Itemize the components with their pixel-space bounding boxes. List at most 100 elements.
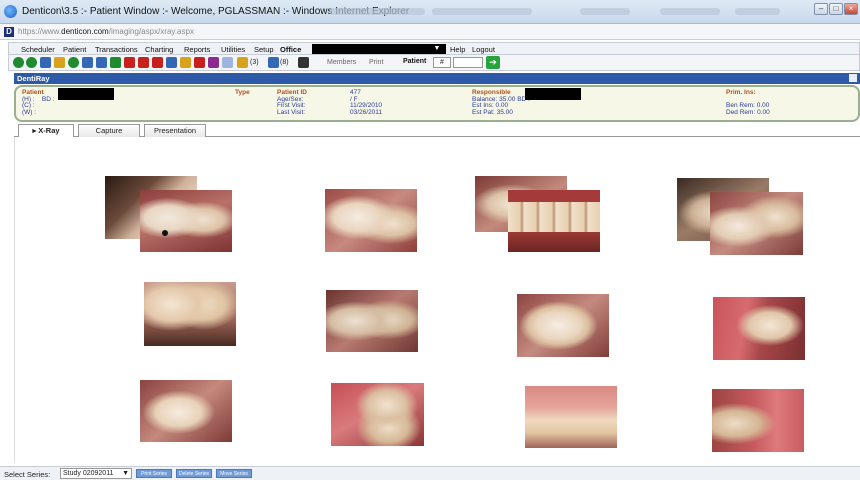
office-select-redacted[interactable] <box>312 44 446 54</box>
intraoral-photo-2[interactable] <box>325 189 417 252</box>
patient-search-input[interactable] <box>453 57 483 68</box>
save-icon[interactable] <box>96 57 107 68</box>
last-visit-label: Last Visit: <box>277 108 306 116</box>
select-series-label: Select Series: <box>4 470 51 479</box>
close-button[interactable]: × <box>844 3 858 15</box>
url-text[interactable]: https://www.denticon.com/imaging/aspx/xr… <box>18 27 194 36</box>
responsible-name-redacted <box>525 88 581 100</box>
menu-patient[interactable]: Patient <box>63 45 86 54</box>
go-button[interactable]: ➔ <box>486 56 500 69</box>
responsible-column: Responsible Balance: 35.00 BD : Est Ins:… <box>472 89 530 116</box>
tab-xray[interactable]: ▸ X-Ray <box>18 124 74 137</box>
rx-icon[interactable] <box>124 57 135 68</box>
alert-count: (3) <box>250 59 259 66</box>
perio-icon[interactable] <box>138 57 149 68</box>
image-gallery <box>14 137 860 463</box>
back-icon[interactable] <box>13 57 24 68</box>
menu-office: Office <box>280 45 302 54</box>
maximize-button[interactable]: □ <box>829 3 843 15</box>
printer-icon[interactable] <box>849 74 857 82</box>
menu-help[interactable]: Help <box>450 45 465 54</box>
tab-capture[interactable]: Capture <box>78 124 140 137</box>
blurred-tab <box>330 8 425 15</box>
menu-transactions[interactable]: Transactions <box>95 45 138 54</box>
patient-labels-column: Patient ID Age/Sex: First Visit: Last Vi… <box>277 89 307 116</box>
recall-icon[interactable] <box>194 57 205 68</box>
minimize-button[interactable]: – <box>814 3 828 15</box>
menu-logout[interactable]: Logout <box>472 45 495 54</box>
chart-icon[interactable] <box>68 57 79 68</box>
cavity-spot <box>162 230 168 236</box>
est-pat-value: 35.00 <box>496 108 513 116</box>
type-label: Type <box>235 89 250 96</box>
browser-icon <box>4 5 17 18</box>
intraoral-photo-12[interactable] <box>712 389 804 452</box>
blurred-tab <box>735 8 780 15</box>
move-series-button[interactable]: Move Series <box>216 469 252 478</box>
patient-icon[interactable] <box>54 57 65 68</box>
intraoral-photo-6[interactable] <box>326 290 418 352</box>
calendar-icon[interactable] <box>40 57 51 68</box>
menu-setup[interactable]: Setup <box>254 45 274 54</box>
members-link[interactable]: Members <box>327 59 356 66</box>
image-icon[interactable] <box>166 57 177 68</box>
series-status-bar: Select Series: Study 02092011 ▼ Print Se… <box>0 466 860 480</box>
intraoral-photo-1[interactable] <box>140 190 232 252</box>
intraoral-photo-8[interactable] <box>713 297 805 360</box>
tab-presentation[interactable]: Presentation <box>144 124 206 137</box>
alert-icon[interactable] <box>237 57 248 68</box>
series-select[interactable]: Study 02092011 ▼ <box>60 468 132 479</box>
menu-scheduler[interactable]: Scheduler <box>21 45 55 54</box>
birthdate-label: BD : <box>41 95 55 103</box>
est-pat-label: Est Pat: <box>472 108 495 116</box>
report-icon[interactable] <box>110 57 121 68</box>
document-icon[interactable] <box>82 57 93 68</box>
mail-icon[interactable] <box>222 57 233 68</box>
series-select-value: Study 02092011 <box>63 470 114 477</box>
patient-values-column: 477 / F 11/29/2010 03/26/2011 <box>350 89 383 116</box>
menu-charting[interactable]: Charting <box>145 45 173 54</box>
forward-icon[interactable] <box>26 57 37 68</box>
site-favicon: D <box>4 27 14 37</box>
messages-count: (8) <box>280 59 289 66</box>
imaging-tabs: ▸ X-Ray Capture Presentation <box>14 123 860 137</box>
delete-series-button[interactable]: Delete Series <box>176 469 212 478</box>
patient-search-type-select[interactable]: # <box>433 57 451 68</box>
blurred-tab <box>660 8 720 15</box>
blurred-tab <box>432 8 532 15</box>
messages-icon[interactable] <box>268 57 279 68</box>
intraoral-photo-9[interactable] <box>140 380 232 442</box>
intraoral-photo-5[interactable] <box>144 282 236 346</box>
last-visit-value: 03/26/2011 <box>350 108 383 116</box>
patient-search-label: Patient <box>403 58 427 65</box>
blurred-tab <box>580 8 630 15</box>
menu-reports[interactable]: Reports <box>184 45 210 54</box>
ded-rem-label: Ded Rem: <box>726 108 756 116</box>
menu-utilities[interactable]: Utilities <box>221 45 245 54</box>
patient-contact-column: Patient (H) : BD : (C) : (W) : <box>22 89 55 116</box>
intraoral-photo-10[interactable] <box>331 383 424 446</box>
patient-info-panel: Patient (H) : BD : (C) : (W) : Type Pati… <box>14 85 860 122</box>
ded-rem-value: 0.00 <box>757 108 770 116</box>
intraoral-photo-11[interactable] <box>525 386 617 448</box>
intraoral-photo-3[interactable] <box>508 190 600 252</box>
app-menu-bar: Scheduler Patient Transactions Charting … <box>8 42 860 55</box>
print-link[interactable]: Print <box>369 59 383 66</box>
toolbar: (3) (8) Members Print Patient # ➔ <box>8 55 860 71</box>
treatment-icon[interactable] <box>152 57 163 68</box>
window-title-bar: Denticon\3.5 :- Patient Window :- Welcom… <box>0 0 860 24</box>
ledger-icon[interactable] <box>180 57 191 68</box>
patient-name-redacted <box>58 88 114 100</box>
address-bar[interactable]: D https://www.denticon.com/imaging/aspx/… <box>0 24 860 40</box>
claims-icon[interactable] <box>208 57 219 68</box>
insurance-column: Prim. Ins: Ben Rem: 0.00 Ded Rem: 0.00 <box>726 89 770 116</box>
module-title: DentiRay <box>17 74 50 83</box>
chevron-down-icon[interactable]: ▼ <box>122 469 131 478</box>
intraoral-photo-7[interactable] <box>517 294 609 357</box>
camera-icon[interactable] <box>298 57 309 68</box>
intraoral-photo-4[interactable] <box>710 192 803 255</box>
chevron-down-icon[interactable]: ▼ <box>432 44 442 54</box>
type-column: Type <box>235 89 250 97</box>
print-series-button[interactable]: Print Series <box>136 469 172 478</box>
lower-lip <box>508 232 600 252</box>
